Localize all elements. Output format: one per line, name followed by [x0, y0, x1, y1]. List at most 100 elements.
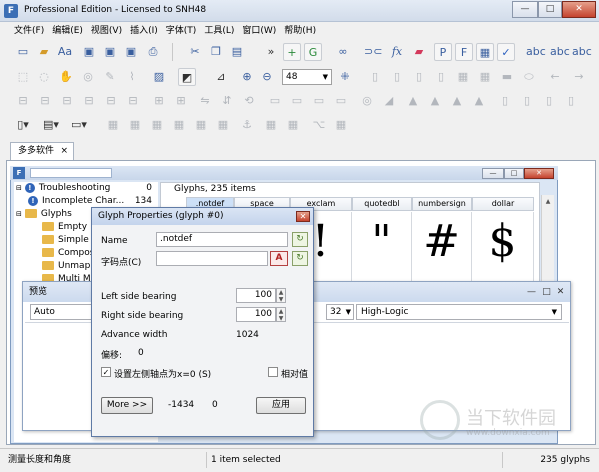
glyph-header[interactable]: dollar: [472, 197, 534, 211]
codepoint-field[interactable]: [156, 251, 268, 266]
guide-icon[interactable]: ▯: [366, 68, 384, 86]
grid-icon[interactable]: ▦: [454, 68, 472, 86]
glyph-panel-scrollbar[interactable]: ▲: [541, 195, 554, 282]
link-icon[interactable]: ∞: [334, 43, 352, 61]
rotate-icon[interactable]: ⟲: [240, 92, 258, 110]
dialog-close-button[interactable]: ✕: [296, 211, 310, 222]
font-window-maximize-button[interactable]: □: [504, 168, 524, 179]
validate-check-icon[interactable]: ✓: [497, 43, 515, 61]
align-middle-icon[interactable]: ⊟: [102, 92, 120, 110]
forward-icon[interactable]: →: [570, 68, 588, 86]
hinting-icon[interactable]: ▯: [388, 68, 406, 86]
table-3-icon[interactable]: ▦: [148, 116, 166, 134]
align-right-icon[interactable]: ⊟: [58, 92, 76, 110]
ellipse-icon[interactable]: ⬭: [520, 68, 538, 86]
copy-icon[interactable]: ❐: [207, 43, 225, 61]
glyph-header[interactable]: quotedbl: [352, 197, 412, 211]
align-bottom-icon[interactable]: ⊟: [124, 92, 142, 110]
more-button[interactable]: More >>: [101, 397, 153, 414]
select-rect-icon[interactable]: ⬚: [14, 68, 32, 86]
unlink-icon[interactable]: ⊃⊂: [364, 43, 382, 61]
spellcheck-abc-icon[interactable]: abc: [526, 43, 546, 61]
lsb-stepper[interactable]: ▲ ▼: [276, 288, 286, 303]
zoom-level-dropdown[interactable]: 48 ▼: [282, 69, 332, 85]
path-icon[interactable]: ⌥: [310, 116, 328, 134]
tree-item-composite[interactable]: Compos: [42, 247, 94, 260]
new-doc-dropdown-icon[interactable]: ▯▾: [14, 116, 32, 134]
preview-size-input[interactable]: 32 ▼: [326, 304, 354, 320]
eraser-icon[interactable]: ▰: [410, 43, 428, 61]
exclude-icon[interactable]: ▭: [310, 92, 328, 110]
tree-item-unmapped[interactable]: Unmapp: [42, 260, 96, 273]
close-button[interactable]: ✕: [562, 1, 596, 18]
new-font-icon[interactable]: ▭: [14, 43, 32, 61]
glyph-cell[interactable]: ": [352, 212, 412, 282]
export-dropdown-icon[interactable]: ▭▾: [70, 116, 88, 134]
point-type-icon[interactable]: ◎: [358, 92, 376, 110]
node-1-icon[interactable]: ▯: [496, 92, 514, 110]
align-top-icon[interactable]: ⊟: [80, 92, 98, 110]
compare-abc-icon[interactable]: abc: [572, 43, 592, 61]
font-window-minimize-button[interactable]: —: [482, 168, 504, 179]
paste-icon[interactable]: ▤: [228, 43, 246, 61]
align-center-icon[interactable]: ⊟: [36, 92, 54, 110]
glyph-map-icon[interactable]: ▦: [476, 43, 494, 61]
properties-p-icon[interactable]: P: [434, 43, 452, 61]
tree-item-simple[interactable]: Simple: [42, 234, 89, 247]
metrics-icon[interactable]: ▯: [410, 68, 428, 86]
open-folder-icon[interactable]: ▰: [35, 43, 53, 61]
menu-help[interactable]: 帮助(H): [280, 22, 320, 40]
preview-mode-dropdown[interactable]: Auto: [30, 304, 92, 320]
menu-view[interactable]: 视图(V): [87, 22, 126, 40]
zoom-in-icon[interactable]: ⊕: [238, 68, 256, 86]
add-glyph-icon[interactable]: +: [283, 43, 301, 61]
lsb-field[interactable]: 100: [236, 288, 276, 303]
origin-checkbox[interactable]: ✓: [101, 367, 111, 377]
tab-close-icon[interactable]: ×: [60, 143, 68, 159]
maximize-button[interactable]: □: [538, 1, 562, 18]
menu-font[interactable]: 字体(T): [162, 22, 201, 40]
preview-maximize-button[interactable]: □: [539, 286, 554, 298]
menu-tools[interactable]: 工具(L): [200, 22, 238, 40]
corner-icon[interactable]: ◢: [380, 92, 398, 110]
menu-window[interactable]: 窗口(W): [238, 22, 280, 40]
font-window-close-button[interactable]: ✕: [524, 168, 554, 179]
pen-icon[interactable]: ✎: [101, 68, 119, 86]
font-preview-icon[interactable]: Aa: [56, 43, 74, 61]
unicode-lookup-icon[interactable]: A: [270, 251, 288, 266]
save-icon[interactable]: ▣: [80, 43, 98, 61]
arrow-up-icon[interactable]: ▲: [404, 92, 422, 110]
lasso-icon[interactable]: ◌: [35, 68, 53, 86]
ruler-icon[interactable]: ⊿: [212, 68, 230, 86]
menu-file[interactable]: 文件(F): [10, 22, 48, 40]
glyph-cell[interactable]: $: [472, 212, 534, 282]
flip-v-icon[interactable]: ⇵: [218, 92, 236, 110]
more-chevron-icon[interactable]: »: [262, 43, 280, 61]
knife-icon[interactable]: ⌇: [123, 68, 141, 86]
save-as-icon[interactable]: ▣: [101, 43, 119, 61]
tree-item-troubleshooting[interactable]: ⊟! Troubleshooting 0: [16, 182, 156, 195]
scroll-up-icon[interactable]: ▲: [543, 197, 553, 207]
table-5-icon[interactable]: ▦: [192, 116, 210, 134]
rsb-field[interactable]: 100: [236, 307, 276, 322]
layer-dropdown-icon[interactable]: ▤▾: [42, 116, 60, 134]
flip-h-icon[interactable]: ⇋: [196, 92, 214, 110]
name-field[interactable]: .notdef: [156, 232, 288, 247]
relative-checkbox[interactable]: [268, 367, 278, 377]
tree-item-empty[interactable]: Empty: [42, 221, 87, 234]
preview-close-button[interactable]: ✕: [553, 286, 568, 298]
font-info-icon[interactable]: F: [455, 43, 473, 61]
font-window-search[interactable]: [30, 168, 112, 178]
preview-renderer-dropdown[interactable]: High-Logic ▼: [356, 304, 562, 320]
minimize-button[interactable]: —: [512, 1, 538, 18]
preview-minimize-button[interactable]: —: [524, 286, 539, 298]
node-4-icon[interactable]: ▯: [562, 92, 580, 110]
rounded-rect-icon[interactable]: ▬: [498, 68, 516, 86]
contour-icon[interactable]: ◎: [79, 68, 97, 86]
view-mode-icon[interactable]: ▨: [150, 68, 168, 86]
glyph-header[interactable]: numbersign: [412, 197, 472, 211]
bitmap-icon[interactable]: ▦: [476, 68, 494, 86]
rsb-stepper[interactable]: ▲ ▼: [276, 307, 286, 322]
table-4-icon[interactable]: ▦: [170, 116, 188, 134]
distribute-h-icon[interactable]: ⊞: [150, 92, 168, 110]
